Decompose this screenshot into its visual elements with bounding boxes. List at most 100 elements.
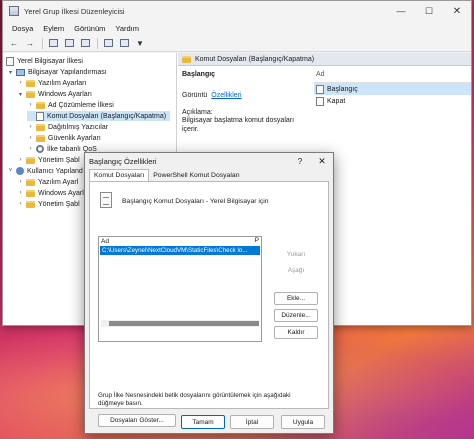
- properties-link[interactable]: Özellikleri: [211, 92, 241, 99]
- properties-icon[interactable]: [117, 37, 131, 50]
- apply-button[interactable]: Uygula: [281, 415, 325, 429]
- collapse-icon[interactable]: ▾: [7, 69, 14, 76]
- security-folder-icon: [36, 134, 45, 142]
- expand-icon[interactable]: ›: [17, 190, 24, 196]
- expand-icon[interactable]: ›: [27, 146, 34, 152]
- scrollbar-thumb[interactable]: [109, 321, 259, 326]
- expand-icon[interactable]: ›: [17, 201, 24, 207]
- tree-item-deployed-printers[interactable]: › Dağıtılmış Yazıcılar: [27, 122, 108, 132]
- title-bar: Yerel Grup İlkesi Düzenleyicisi — ☐ ✕: [3, 1, 471, 21]
- tree-item-admin-templates[interactable]: › Yönetim Şabl: [17, 155, 80, 165]
- column-parameters[interactable]: P: [255, 237, 259, 244]
- tree-item-label: Komut Dosyaları (Başlangıç/Kapatma): [47, 112, 167, 120]
- forward-arrow-icon[interactable]: →: [23, 37, 37, 50]
- details-header-title: Komut Dosyaları (Başlangıç/Kapatma): [195, 55, 315, 63]
- folder-icon: [26, 79, 35, 87]
- tree-item-computer-config[interactable]: ▾ Bilgisayar Yapılandırması: [7, 67, 107, 77]
- expand-icon[interactable]: ›: [27, 124, 34, 130]
- minimize-button[interactable]: —: [387, 1, 415, 21]
- dialog-heading: Başlangıç Komut Dosyaları - Yerel Bilgis…: [122, 198, 269, 205]
- expand-icon[interactable]: ›: [17, 179, 24, 185]
- menu-action[interactable]: Eylem: [38, 24, 69, 33]
- tree-item-user-admin-templates[interactable]: › Yönetim Şabl: [17, 199, 80, 209]
- edit-button[interactable]: Düzenle...: [274, 309, 318, 322]
- script-document-icon: [100, 192, 112, 208]
- tree-item-label: Yönetim Şabl: [38, 156, 80, 164]
- tab-powershell-scripts[interactable]: PowerShell Komut Dosyaları: [149, 169, 244, 181]
- startup-properties-dialog: Başlangıç Özellikleri ? ✕ Komut Dosyalar…: [84, 152, 334, 434]
- export-list-icon[interactable]: [78, 37, 92, 50]
- folder-icon: [26, 178, 35, 186]
- folder-icon: [182, 55, 191, 63]
- extended-view: Başlangıç Görüntü Özellikleri Açıklama: …: [182, 71, 310, 134]
- column-name[interactable]: Ad: [101, 238, 109, 245]
- printer-folder-icon: [36, 123, 45, 131]
- close-button[interactable]: ✕: [443, 1, 471, 21]
- collapse-icon[interactable]: ˅: [7, 168, 14, 174]
- add-button[interactable]: Ekle...: [274, 292, 318, 305]
- show-files-note: Grup İlke Nesnesindeki betik dosyalarını…: [98, 392, 291, 407]
- script-list: Ad P C:\Users\Zeynel\NextCloudVM\StaticF…: [98, 236, 262, 342]
- show-tree-icon[interactable]: [62, 37, 76, 50]
- expand-icon[interactable]: ›: [27, 135, 34, 141]
- tree-item-label: Kullanıcı Yapıland: [27, 167, 83, 175]
- remove-button[interactable]: Kaldır: [274, 326, 318, 339]
- dialog-tabs: Komut Dosyaları PowerShell Komut Dosyala…: [85, 169, 333, 181]
- script-icon: [316, 96, 324, 106]
- menu-bar: Dosya Eylem Görünüm Yardım: [3, 21, 471, 35]
- dialog-help-button[interactable]: ?: [289, 157, 311, 166]
- script-type-list: Ad Başlangıç Kapat: [314, 71, 471, 107]
- expand-icon[interactable]: ›: [27, 102, 34, 108]
- menu-help[interactable]: Yardım: [110, 24, 144, 33]
- tree-item-security-settings[interactable]: › Güvenlik Ayarları: [27, 133, 101, 143]
- list-item-startup[interactable]: Başlangıç: [314, 83, 471, 95]
- tree-item-label: Windows Ayarl: [38, 189, 84, 197]
- tree-item-user-config[interactable]: ˅ Kullanıcı Yapıland: [7, 166, 83, 176]
- show-files-button[interactable]: Dosyaları Göster...: [98, 414, 176, 427]
- user-icon: [16, 167, 24, 175]
- tree-item-scripts[interactable]: Komut Dosyaları (Başlangıç/Kapatma): [27, 111, 171, 121]
- details-header: Komut Dosyaları (Başlangıç/Kapatma): [178, 53, 471, 66]
- menu-file[interactable]: Dosya: [7, 24, 38, 33]
- script-icon: [36, 111, 44, 121]
- dialog-close-button[interactable]: ✕: [311, 156, 333, 167]
- move-up-button[interactable]: Yukarı: [274, 248, 318, 261]
- back-arrow-icon[interactable]: ←: [7, 37, 21, 50]
- tab-scripts[interactable]: Komut Dosyaları: [89, 169, 150, 181]
- help-icon[interactable]: [101, 37, 115, 50]
- move-down-button[interactable]: Aşağı: [274, 264, 318, 277]
- tree-item-local-policy[interactable]: Yerel Bilgisayar İlkesi: [6, 56, 83, 66]
- tree-item-label: Yönetim Şabl: [38, 200, 80, 208]
- tree-item-software-settings[interactable]: › Yazılım Ayarları: [17, 78, 86, 88]
- script-list-row[interactable]: C:\Users\Zeynel\NextCloudVM\StaticFiles\…: [100, 246, 260, 255]
- tree-item-label: Yazılım Ayarl: [38, 178, 79, 186]
- up-folder-icon[interactable]: [46, 37, 60, 50]
- tree-item-user-software[interactable]: › Yazılım Ayarl: [17, 177, 78, 187]
- tree-item-label: Ad Çözümleme İlkesi: [48, 101, 114, 109]
- tree-item-label: Yazılım Ayarları: [38, 79, 87, 87]
- folder-icon: [26, 200, 35, 208]
- tree-item-label: Dağıtılmış Yazıcılar: [48, 123, 109, 131]
- ok-button[interactable]: Tamam: [181, 415, 225, 429]
- expand-icon[interactable]: ›: [17, 80, 24, 86]
- list-item-shutdown[interactable]: Kapat: [314, 95, 471, 107]
- list-header-name[interactable]: Ad: [314, 71, 471, 83]
- tree-item-label: Bilgisayar Yapılandırması: [28, 68, 107, 76]
- menu-view[interactable]: Görünüm: [69, 24, 110, 33]
- expand-icon[interactable]: ›: [17, 157, 24, 163]
- collapse-icon[interactable]: ▾: [17, 91, 24, 98]
- tree-item-user-windows[interactable]: › Windows Ayarl: [17, 188, 84, 198]
- dialog-tab-panel: Başlangıç Komut Dosyaları - Yerel Bilgis…: [89, 181, 329, 427]
- toolbar: ← → ▼: [3, 35, 471, 52]
- toolbar-separator: [42, 37, 43, 49]
- maximize-button[interactable]: ☐: [415, 1, 443, 21]
- cancel-button[interactable]: İptal: [230, 415, 274, 429]
- app-icon: [9, 6, 19, 16]
- list-item-label: Başlangıç: [327, 85, 358, 93]
- tree-item-name-resolution[interactable]: › Ad Çözümleme İlkesi: [27, 100, 114, 110]
- horizontal-scrollbar[interactable]: [101, 320, 259, 327]
- toolbar-separator: [97, 37, 98, 49]
- filter-icon[interactable]: ▼: [133, 37, 147, 50]
- tree-item-windows-settings[interactable]: ▾ Windows Ayarları: [17, 89, 92, 99]
- script-icon: [316, 84, 324, 94]
